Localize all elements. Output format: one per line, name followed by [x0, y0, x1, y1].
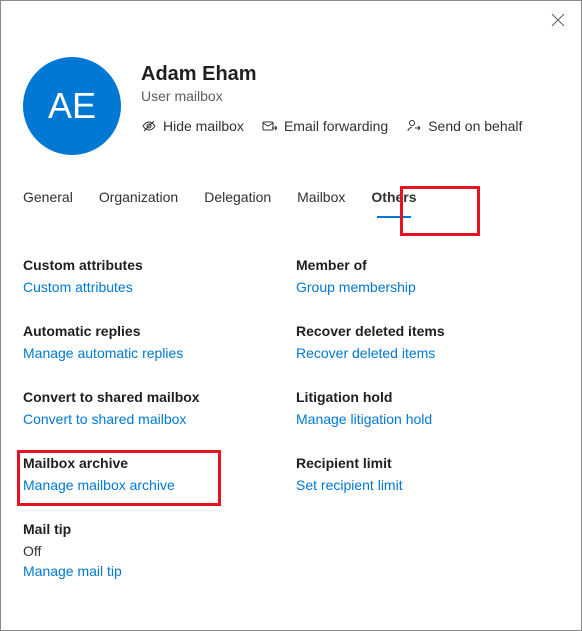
manage-mail-tip-link[interactable]: Manage mail tip	[23, 563, 286, 579]
section-mail-tip: Mail tip Off Manage mail tip	[23, 521, 286, 579]
eye-hide-icon	[141, 118, 157, 134]
mailbox-details-panel: AE Adam Eham User mailbox Hide mailbox E…	[0, 0, 582, 631]
section-convert-shared: Convert to shared mailbox Convert to sha…	[23, 389, 286, 427]
section-litigation-hold: Litigation hold Manage litigation hold	[296, 389, 559, 427]
close-icon	[551, 13, 565, 27]
custom-attributes-link[interactable]: Custom attributes	[23, 279, 286, 295]
header: AE Adam Eham User mailbox Hide mailbox E…	[23, 57, 559, 155]
display-name: Adam Eham	[141, 63, 522, 86]
person-arrow-icon	[406, 118, 422, 134]
manage-mailbox-archive-link[interactable]: Manage mailbox archive	[23, 477, 286, 493]
section-recipient-limit: Recipient limit Set recipient limit	[296, 455, 559, 493]
email-forwarding-label: Email forwarding	[284, 118, 388, 134]
automatic-replies-title: Automatic replies	[23, 323, 286, 339]
manage-automatic-replies-link[interactable]: Manage automatic replies	[23, 345, 286, 361]
mail-forward-icon	[262, 118, 278, 134]
avatar: AE	[23, 57, 121, 155]
tab-bar: General Organization Delegation Mailbox …	[23, 189, 559, 213]
section-recover-deleted: Recover deleted items Recover deleted it…	[296, 323, 559, 361]
section-member-of: Member of Group membership	[296, 257, 559, 295]
header-info: Adam Eham User mailbox Hide mailbox Emai…	[141, 57, 522, 134]
avatar-initials: AE	[48, 85, 96, 127]
send-on-behalf-label: Send on behalf	[428, 118, 522, 134]
convert-shared-link[interactable]: Convert to shared mailbox	[23, 411, 286, 427]
recipient-limit-title: Recipient limit	[296, 455, 559, 471]
section-automatic-replies: Automatic replies Manage automatic repli…	[23, 323, 286, 361]
mailbox-type: User mailbox	[141, 88, 522, 104]
tab-organization[interactable]: Organization	[99, 189, 178, 213]
mailbox-archive-title: Mailbox archive	[23, 455, 286, 471]
convert-shared-title: Convert to shared mailbox	[23, 389, 286, 405]
tab-general[interactable]: General	[23, 189, 73, 213]
custom-attributes-title: Custom attributes	[23, 257, 286, 273]
email-forwarding-action[interactable]: Email forwarding	[262, 118, 388, 134]
manage-litigation-hold-link[interactable]: Manage litigation hold	[296, 411, 559, 427]
recover-deleted-link[interactable]: Recover deleted items	[296, 345, 559, 361]
set-recipient-limit-link[interactable]: Set recipient limit	[296, 477, 559, 493]
litigation-hold-title: Litigation hold	[296, 389, 559, 405]
header-actions: Hide mailbox Email forwarding Send on be…	[141, 118, 522, 134]
send-on-behalf-action[interactable]: Send on behalf	[406, 118, 522, 134]
member-of-title: Member of	[296, 257, 559, 273]
tab-others[interactable]: Others	[371, 189, 416, 213]
close-button[interactable]	[551, 13, 567, 29]
hide-mailbox-action[interactable]: Hide mailbox	[141, 118, 244, 134]
tab-mailbox[interactable]: Mailbox	[297, 189, 345, 213]
recover-deleted-title: Recover deleted items	[296, 323, 559, 339]
mail-tip-title: Mail tip	[23, 521, 286, 537]
section-mailbox-archive: Mailbox archive Manage mailbox archive	[23, 455, 286, 493]
tab-delegation[interactable]: Delegation	[204, 189, 271, 213]
hide-mailbox-label: Hide mailbox	[163, 118, 244, 134]
group-membership-link[interactable]: Group membership	[296, 279, 559, 295]
others-tab-content: Custom attributes Custom attributes Memb…	[23, 257, 559, 579]
section-custom-attributes: Custom attributes Custom attributes	[23, 257, 286, 295]
mail-tip-value: Off	[23, 543, 286, 559]
